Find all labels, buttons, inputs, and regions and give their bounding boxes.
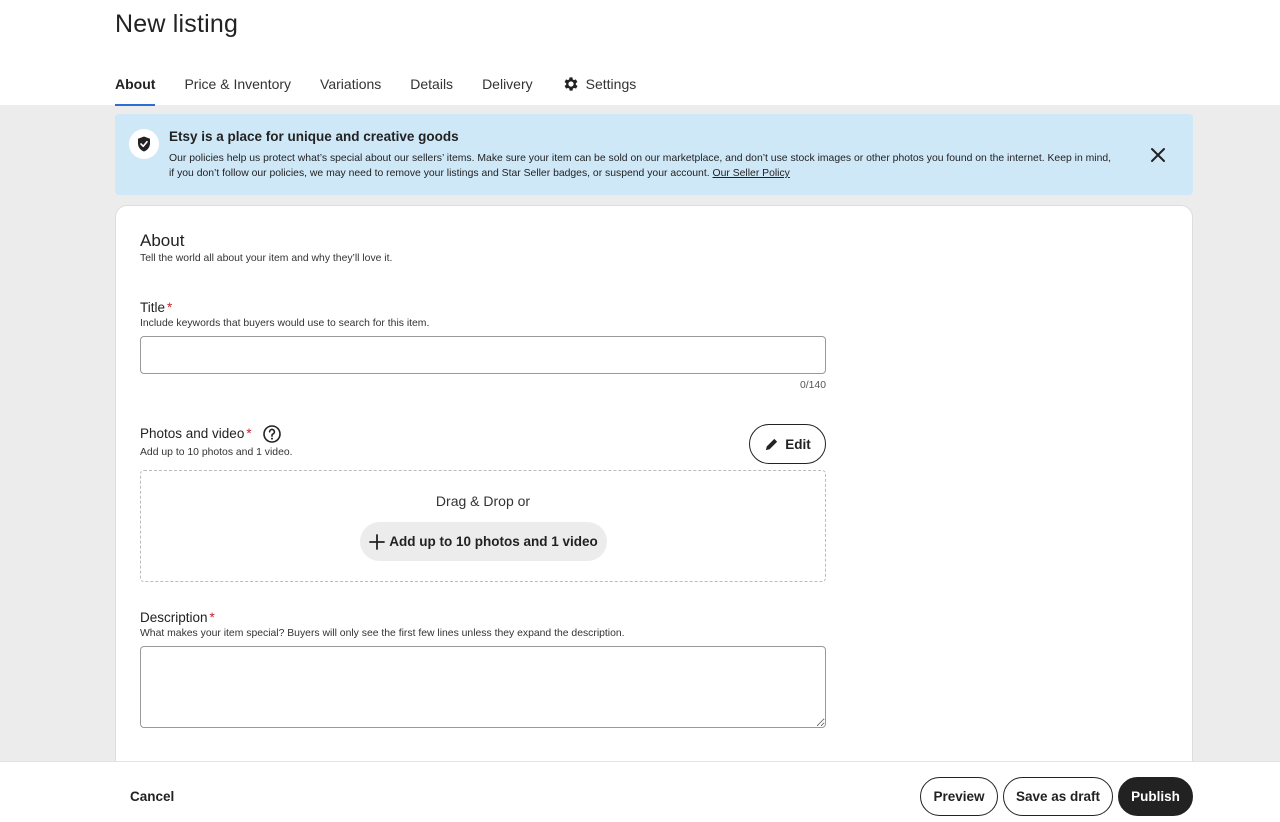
title-char-counter: 0/140 <box>799 380 826 391</box>
publish-button[interactable]: Publish <box>1118 777 1193 816</box>
section-title: About <box>140 231 185 250</box>
action-footer: Cancel Preview Save as draft Publish <box>0 761 1280 822</box>
photos-label: Photos and video * <box>140 426 252 441</box>
description-textarea[interactable] <box>140 646 826 728</box>
required-mark: * <box>246 426 252 441</box>
listing-tabs: About Price & Inventory Variations Detai… <box>115 66 665 106</box>
required-mark: * <box>167 300 173 315</box>
required-mark: * <box>209 610 215 625</box>
help-icon[interactable] <box>262 424 282 444</box>
tab-label: Price & Inventory <box>184 76 292 92</box>
description-label: Description * <box>140 610 215 625</box>
pencil-icon <box>766 438 778 450</box>
section-subtitle: Tell the world all about your item and w… <box>140 253 393 264</box>
tab-price-inventory[interactable]: Price & Inventory <box>184 66 291 106</box>
about-card: About Tell the world all about your item… <box>115 205 1193 822</box>
cancel-button[interactable]: Cancel <box>130 789 174 804</box>
banner-text: Our policies help us protect what’s spec… <box>169 151 1119 181</box>
save-draft-button[interactable]: Save as draft <box>1003 777 1113 816</box>
title-label: Title * <box>140 300 172 315</box>
edit-label: Edit <box>785 436 811 452</box>
tab-settings[interactable]: Settings <box>562 66 637 106</box>
gear-icon <box>562 75 582 93</box>
banner-body: Our policies help us protect what’s spec… <box>169 153 1112 179</box>
tab-label: About <box>115 76 156 92</box>
photos-label-text: Photos and video <box>140 426 245 441</box>
photos-help: Add up to 10 photos and 1 video. <box>140 447 293 458</box>
tab-variations[interactable]: Variations <box>320 66 381 106</box>
tab-label: Delivery <box>482 76 533 92</box>
add-photos-button[interactable]: Add up to 10 photos and 1 video <box>360 522 607 561</box>
title-input[interactable] <box>140 336 826 374</box>
tab-label: Settings <box>585 76 637 92</box>
add-photos-label: Add up to 10 photos and 1 video <box>389 534 598 549</box>
tab-label: Variations <box>320 76 382 92</box>
close-icon[interactable] <box>1146 143 1170 167</box>
page-title: New listing <box>115 10 239 38</box>
edit-photos-button[interactable]: Edit <box>749 424 826 464</box>
title-label-text: Title <box>140 300 166 315</box>
preview-button[interactable]: Preview <box>920 777 998 816</box>
banner-title: Etsy is a place for unique and creative … <box>169 129 459 144</box>
page-header: New listing About Price & Inventory Vari… <box>0 0 1280 106</box>
tab-details[interactable]: Details <box>410 66 453 106</box>
photo-dropzone[interactable]: Drag & Drop or Add up to 10 photos and 1… <box>140 470 826 582</box>
drop-text: Drag & Drop or <box>435 493 531 509</box>
tab-about[interactable]: About <box>115 66 156 106</box>
tab-label: Details <box>410 76 454 92</box>
seller-policy-link[interactable]: Our Seller Policy <box>713 168 790 179</box>
tab-delivery[interactable]: Delivery <box>482 66 533 106</box>
policy-banner: Etsy is a place for unique and creative … <box>115 114 1193 195</box>
description-help: What makes your item special? Buyers wil… <box>140 628 625 639</box>
plus-icon <box>369 533 386 550</box>
description-label-text: Description <box>140 610 208 625</box>
title-help: Include keywords that buyers would use t… <box>140 318 430 329</box>
shield-check-icon <box>129 129 159 159</box>
